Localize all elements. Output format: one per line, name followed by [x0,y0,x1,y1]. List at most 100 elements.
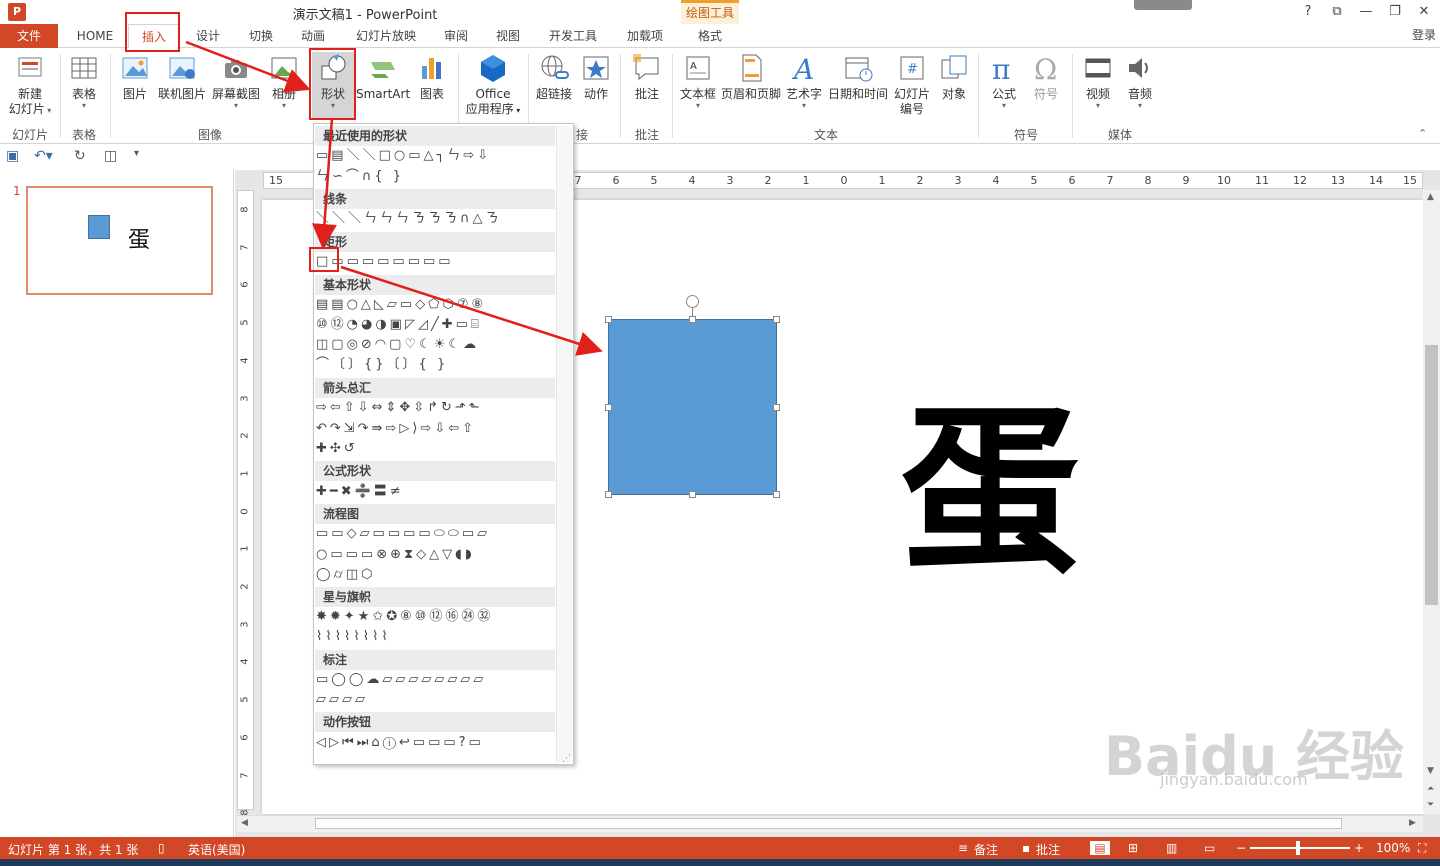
tab-view[interactable]: 视图 [486,24,530,48]
new-slide-button[interactable]: 新建 幻灯片 ▾ [4,52,56,117]
gallery-shape-row[interactable]: ↶↷⇲↷⇛⇨▷⟩⇨⇩⇦⇧ [316,420,556,438]
gallery-shape-row[interactable]: ✸✹✦★✩✪⑧⑩⑫⑯㉔㉜ [316,608,556,626]
comment-button[interactable]: 批注 [626,52,668,102]
equation-button[interactable]: π 公式 ▾ [984,52,1024,110]
next-slide-icon[interactable]: ⏷ [1427,800,1434,810]
slide-text-character[interactable]: 蛋 [900,392,1080,592]
horizontal-scroll-thumb[interactable] [315,818,1342,829]
scroll-left-icon[interactable]: ◀ [241,818,248,828]
gallery-shape-row[interactable]: ▤▤○△◺▱▭◇⬠⬡⑦⑧ [316,296,556,314]
gallery-shape-row[interactable]: ⇨⇦⇧⇩⇔⇕✥⇳↱↻⬏⬑ [316,399,556,417]
audio-button[interactable]: 音频 ▾ [1120,52,1160,110]
screenshot-button[interactable]: 屏幕截图 ▾ [210,52,262,110]
slide-sorter-icon[interactable]: ⊞ [1128,841,1138,855]
gallery-shape-row[interactable]: ＼＼＼ㄣㄣㄣㄋㄋㄋ∩△ㄋ [316,210,556,228]
notes-icon[interactable]: ≡ [958,841,968,855]
action-button[interactable]: 动作 [578,52,614,102]
gallery-shape-row[interactable]: ◁▷⏮⏭⌂ⓘ↩▭▭▭?▭ [316,734,556,752]
office-apps-button[interactable]: Office 应用程序 ▾ [462,52,524,118]
symbol-button[interactable]: Ω 符号 [1026,52,1066,102]
save-icon[interactable]: ▣ [6,148,19,164]
rotate-handle[interactable] [686,295,699,308]
tab-animations[interactable]: 动画 [290,24,336,48]
gallery-shape-row[interactable]: ㄣ∽⌒∩{ } [316,168,556,186]
customize-qat-icon[interactable]: ▾ [134,148,139,159]
scroll-up-icon[interactable]: ▲ [1427,192,1434,202]
textbox-button[interactable]: A 文本框 ▾ [676,52,720,110]
picture-button[interactable]: 图片 [116,52,154,102]
wordart-button[interactable]: A 艺术字 ▾ [784,52,824,110]
collapse-ribbon-icon[interactable]: ⌃ [1418,127,1427,140]
notes-button[interactable]: 备注 [974,841,998,858]
gallery-shape-row[interactable]: ⌒〔〕{}〔〕{ } [316,356,556,374]
zoom-level[interactable]: 100% [1376,841,1410,855]
scroll-right-icon[interactable]: ▶ [1409,818,1416,828]
gallery-shape-row[interactable]: □▭▭▭▭▭▭▭▭ [316,253,556,271]
scroll-down-icon[interactable]: ▼ [1427,766,1434,776]
header-footer-button[interactable]: 页眉和页脚 [720,52,782,102]
close-icon[interactable]: ✕ [1410,2,1438,22]
smartart-button[interactable]: SmartArt [356,52,410,102]
comments-button[interactable]: 批注 [1036,841,1060,858]
comments-icon[interactable]: ▪ [1022,841,1030,855]
undo-icon[interactable]: ↶▾ [34,148,53,164]
resize-handle-se[interactable] [773,491,780,498]
zoom-out-icon[interactable]: − [1236,841,1246,855]
datetime-button[interactable]: 日期和时间 [826,52,890,102]
tab-design[interactable]: 设计 [186,24,230,48]
gallery-shape-row[interactable]: ▭▭◇▱▭▭▭▭⬭⬭▭▱ [316,525,556,543]
resize-handle-s[interactable] [689,491,696,498]
gallery-shape-row[interactable]: ▱▱▱▱ [316,691,556,709]
vertical-scroll-thumb[interactable] [1425,345,1438,605]
chart-button[interactable]: 图表 [414,52,450,102]
selected-rectangle-shape[interactable] [608,319,777,495]
help-icon[interactable]: ? [1294,2,1322,22]
login-link[interactable]: 登录 [1412,26,1436,43]
gallery-shape-row[interactable]: ✚━✖➗〓≠ [316,483,556,501]
tab-transitions[interactable]: 切换 [238,24,284,48]
minimize-icon[interactable]: — [1352,2,1380,22]
gallery-shape-row[interactable]: ○▭▭▭⊗⊕⧗◇△▽◖◗ [316,546,556,564]
zoom-slider-track[interactable] [1250,847,1350,849]
resize-handle-n[interactable] [689,316,696,323]
present-icon[interactable]: ◫ [104,148,117,164]
zoom-slider-thumb[interactable] [1296,841,1300,855]
hyperlink-button[interactable]: 超链接 [532,52,576,102]
prev-slide-icon[interactable]: ⏶ [1427,784,1434,794]
zoom-in-icon[interactable]: + [1354,841,1364,855]
fit-slide-icon[interactable]: ⛶ [1418,841,1426,856]
ribbon-display-icon[interactable]: ⧉ [1323,2,1351,22]
gallery-shape-row[interactable]: ⑩⑫◔◕◑▣◸◿╱✚▭⌸ [316,316,556,334]
online-picture-button[interactable]: 联机图片 [156,52,208,102]
gallery-shape-row[interactable]: ✚✣↺ [316,440,556,458]
gallery-shape-row[interactable]: ◫▢◎⊘◠▢♡☾☀☾☁ [316,336,556,354]
gallery-resize-grip[interactable]: ⋰ [562,754,571,764]
normal-view-icon[interactable]: ▤ [1090,841,1110,855]
slide-thumbnail[interactable] [26,186,213,295]
reading-view-icon[interactable]: ▥ [1166,841,1177,855]
restore-icon[interactable]: ❐ [1381,2,1409,22]
tab-format[interactable]: 格式 [681,24,739,48]
tab-addins[interactable]: 加载项 [614,24,676,48]
spell-check-icon[interactable]: ▯ [158,841,165,855]
resize-handle-ne[interactable] [773,316,780,323]
album-button[interactable]: 相册 ▾ [266,52,302,110]
resize-handle-nw[interactable] [605,316,612,323]
table-button[interactable]: 表格 ▾ [64,52,104,110]
tab-slideshow[interactable]: 幻灯片放映 [346,24,426,48]
gallery-shape-row[interactable]: ⌇⌇⌇⌇⌇⌇⌇⌇ [316,628,556,646]
resize-handle-e[interactable] [773,404,780,411]
gallery-shape-row[interactable]: ▭◯◯☁▱▱▱▱▱▱▱▱ [316,671,556,689]
resize-handle-w[interactable] [605,404,612,411]
tab-review[interactable]: 审阅 [434,24,478,48]
redo-icon[interactable]: ↻ [74,148,86,164]
video-button[interactable]: 视频 ▾ [1078,52,1118,110]
tab-home[interactable]: HOME [66,24,124,48]
account-widget[interactable] [1134,0,1192,10]
object-button[interactable]: 对象 [936,52,972,102]
tab-file[interactable]: 文件 [0,24,58,48]
language-status[interactable]: 英语(美国) [188,841,245,858]
tab-developer[interactable]: 开发工具 [540,24,606,48]
gallery-shape-row[interactable]: ◯⌭◫⬡ [316,566,556,584]
slide-number-button[interactable]: # 幻灯片 编号 [892,52,932,117]
